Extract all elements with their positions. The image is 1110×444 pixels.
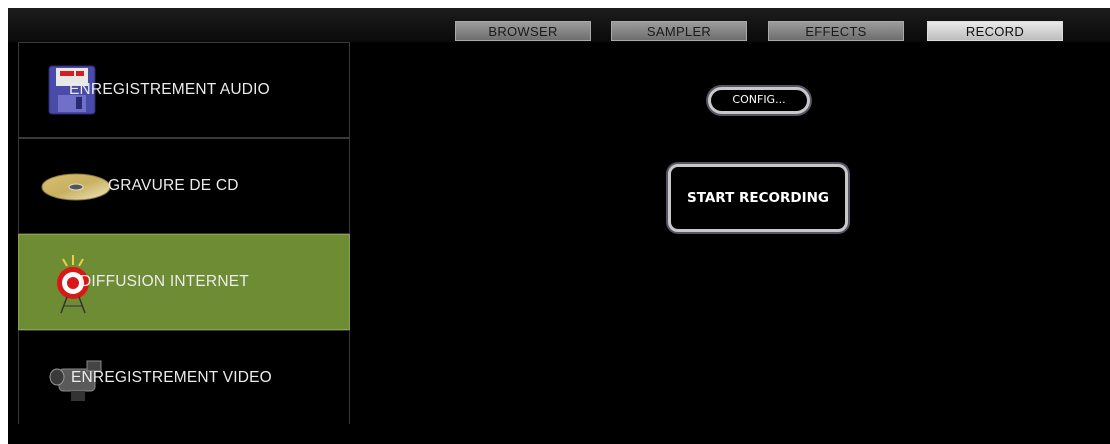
sidebar-item-cd-burning[interactable]: GRAVURE DE CD — [18, 138, 350, 234]
tab-browser[interactable]: BROWSER — [455, 21, 591, 41]
tab-effects[interactable]: EFFECTS — [768, 21, 904, 41]
tab-record[interactable]: RECORD — [927, 21, 1063, 41]
sidebar-item-video-recording[interactable]: ENREGISTREMENT VIDEO — [18, 330, 350, 426]
sidebar-item-label: DIFFUSION INTERNET — [80, 273, 249, 290]
sidebar-item-internet-broadcast[interactable]: DIFFUSION INTERNET — [18, 234, 350, 330]
tab-bar: BROWSER SAMPLER EFFECTS RECORD — [8, 21, 1110, 41]
sidebar-item-label: ENREGISTREMENT AUDIO — [69, 81, 270, 98]
bottom-strip — [8, 424, 1110, 444]
sidebar-item-label: ENREGISTREMENT VIDEO — [71, 369, 272, 386]
sidebar-item-audio-recording[interactable]: ENREGISTREMENT AUDIO — [18, 42, 350, 138]
top-bar: BROWSER SAMPLER EFFECTS RECORD — [8, 8, 1110, 42]
sidebar-item-label: GRAVURE DE CD — [108, 177, 239, 194]
record-mode-sidebar: ENREGISTREMENT AUDIO GRAVURE DE CD DIFFU… — [18, 42, 350, 426]
start-recording-button[interactable]: START RECORDING — [668, 164, 848, 232]
config-button[interactable]: CONFIG... — [708, 87, 810, 114]
app-window: BROWSER SAMPLER EFFECTS RECORD ENREGISTR… — [8, 8, 1110, 444]
cd-disc-icon — [41, 173, 111, 206]
tab-sampler[interactable]: SAMPLER — [611, 21, 747, 41]
